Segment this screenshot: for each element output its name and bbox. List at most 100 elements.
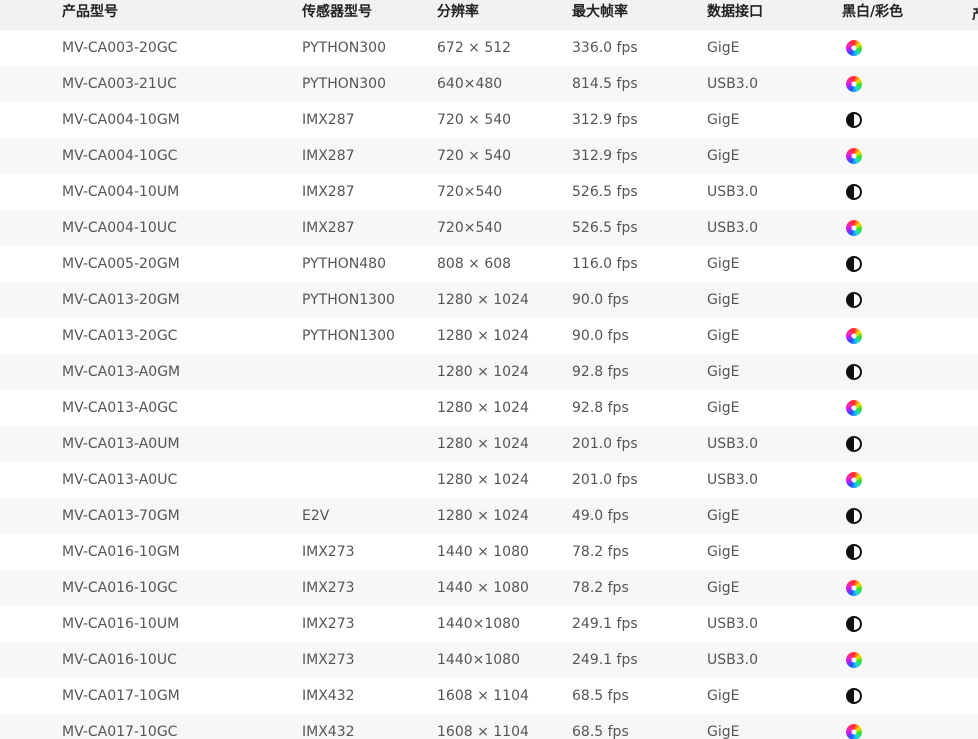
fps-cell: 201.0 fps [572, 436, 638, 452]
table-row: MV-CA017-10GC IMX432 1608 × 1104 68.5 fps Gi… [0, 714, 978, 739]
table-row: MV-CA013-A0UM 1280 × 1024 201.0 fps USB3.0 [0, 426, 978, 462]
color-type-cell [846, 292, 862, 308]
color-icon [846, 76, 862, 92]
product-table-body: MV-CA003-20GC PYTHON300 672 × 512 336.0 fps… [0, 30, 978, 739]
resolution-cell: 1280 × 1024 [437, 292, 529, 308]
interface-cell: USB3.0 [707, 220, 759, 236]
mono-icon [846, 256, 862, 272]
interface-cell: GigE [707, 256, 740, 272]
fps-cell: 92.8 fps [572, 400, 629, 416]
interface-cell: GigE [707, 364, 740, 380]
resolution-cell: 672 × 512 [437, 40, 512, 56]
fps-cell: 249.1 fps [572, 616, 638, 632]
interface-cell: GigE [707, 688, 740, 704]
resolution-cell: 1608 × 1104 [437, 688, 529, 704]
color-type-cell [846, 148, 862, 164]
table-row: MV-CA016-10GC IMX273 1440 × 1080 78.2 fps Gi… [0, 570, 978, 606]
resolution-cell: 720×540 [437, 220, 503, 236]
resolution-cell: 1440×1080 [437, 652, 520, 668]
model-cell: MV-CA016-10UM [62, 616, 180, 632]
resolution-cell: 1280 × 1024 [437, 364, 529, 380]
header-color-type: 黑白/彩色 [842, 4, 904, 20]
interface-cell: GigE [707, 40, 740, 56]
table-row: MV-CA003-21UC PYTHON300 640×480 814.5 fps US… [0, 66, 978, 102]
fps-cell: 68.5 fps [572, 724, 629, 739]
mono-icon [846, 184, 862, 200]
sensor-cell: IMX287 [302, 220, 355, 236]
resolution-cell: 1280 × 1024 [437, 508, 529, 524]
resolution-cell: 1608 × 1104 [437, 724, 529, 739]
fps-cell: 90.0 fps [572, 328, 629, 344]
interface-cell: USB3.0 [707, 472, 759, 488]
model-cell: MV-CA003-21UC [62, 76, 177, 92]
table-row: MV-CA003-20GC PYTHON300 672 × 512 336.0 fps… [0, 30, 978, 66]
sensor-cell: IMX273 [302, 652, 355, 668]
header-sensor: 传感器型号 [302, 4, 372, 20]
sensor-cell: IMX287 [302, 112, 355, 128]
fps-cell: 68.5 fps [572, 688, 629, 704]
sensor-cell: PYTHON300 [302, 40, 386, 56]
color-icon [846, 40, 862, 56]
sensor-cell: PYTHON480 [302, 256, 386, 272]
interface-cell: GigE [707, 400, 740, 416]
table-row: MV-CA013-A0UC 1280 × 1024 201.0 fps USB3.0 [0, 462, 978, 498]
color-icon [846, 472, 862, 488]
color-type-cell [846, 688, 862, 704]
interface-cell: USB3.0 [707, 616, 759, 632]
header-max-fps: 最大帧率 [572, 4, 628, 20]
interface-cell: GigE [707, 148, 740, 164]
model-cell: MV-CA004-10GM [62, 112, 180, 128]
model-cell: MV-CA013-A0UM [62, 436, 180, 452]
color-type-cell [846, 328, 862, 344]
interface-cell: GigE [707, 724, 740, 739]
table-row: MV-CA016-10UC IMX273 1440×1080 249.1 fps USB… [0, 642, 978, 678]
header-model: 产品型号 [62, 4, 118, 20]
sensor-cell: PYTHON300 [302, 76, 386, 92]
fps-cell: 92.8 fps [572, 364, 629, 380]
interface-cell: USB3.0 [707, 76, 759, 92]
model-cell: MV-CA013-A0UC [62, 472, 178, 488]
sensor-cell: IMX432 [302, 724, 355, 739]
mono-icon [846, 508, 862, 524]
color-icon [846, 400, 862, 416]
interface-cell: GigE [707, 580, 740, 596]
mono-icon [846, 688, 862, 704]
resolution-cell: 720×540 [437, 184, 503, 200]
fps-cell: 312.9 fps [572, 148, 638, 164]
color-type-cell [846, 112, 862, 128]
color-type-cell [846, 220, 862, 236]
sensor-cell: IMX273 [302, 580, 355, 596]
interface-cell: GigE [707, 544, 740, 560]
table-row: MV-CA013-A0GC 1280 × 1024 92.8 fps GigE [0, 390, 978, 426]
resolution-cell: 1440 × 1080 [437, 544, 529, 560]
fps-cell: 116.0 fps [572, 256, 638, 272]
sensor-cell: PYTHON1300 [302, 292, 395, 308]
table-header: 产品型号 传感器型号 分辨率 最大帧率 数据接口 黑白/彩色 产 [0, 0, 978, 30]
color-type-cell [846, 544, 862, 560]
fps-cell: 49.0 fps [572, 508, 629, 524]
interface-cell: USB3.0 [707, 652, 759, 668]
color-type-cell [846, 436, 862, 452]
table-row: MV-CA004-10GM IMX287 720 × 540 312.9 fps Gig… [0, 102, 978, 138]
mono-icon [846, 112, 862, 128]
color-type-cell [846, 76, 862, 92]
fps-cell: 336.0 fps [572, 40, 638, 56]
interface-cell: GigE [707, 112, 740, 128]
table-row: MV-CA005-20GM PYTHON480 808 × 608 116.0 fps… [0, 246, 978, 282]
color-icon [846, 724, 862, 739]
table-row: MV-CA017-10GM IMX432 1608 × 1104 68.5 fps Gi… [0, 678, 978, 714]
interface-cell: GigE [707, 508, 740, 524]
interface-cell: USB3.0 [707, 184, 759, 200]
color-type-cell [846, 184, 862, 200]
color-type-cell [846, 400, 862, 416]
model-cell: MV-CA003-20GC [62, 40, 178, 56]
header-overflow-column: 产 [972, 4, 978, 20]
fps-cell: 312.9 fps [572, 112, 638, 128]
fps-cell: 814.5 fps [572, 76, 638, 92]
model-cell: MV-CA013-20GC [62, 328, 178, 344]
resolution-cell: 1440 × 1080 [437, 580, 529, 596]
model-cell: MV-CA004-10GC [62, 148, 178, 164]
resolution-cell: 1280 × 1024 [437, 436, 529, 452]
fps-cell: 249.1 fps [572, 652, 638, 668]
resolution-cell: 1440×1080 [437, 616, 520, 632]
